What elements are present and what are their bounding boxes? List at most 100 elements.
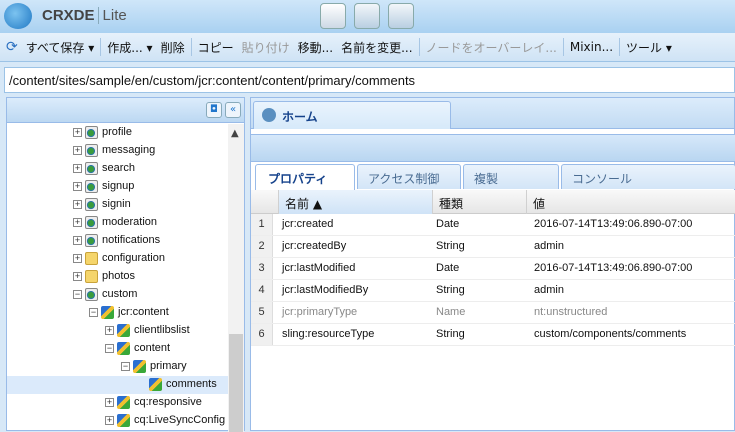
tree-node[interactable]: + messaging: [7, 142, 229, 160]
tree-node[interactable]: comments: [7, 376, 229, 394]
table-row[interactable]: 1 jcr:created Date 2016-07-14T13:49:06.8…: [251, 214, 735, 236]
tree-node[interactable]: + moderation: [7, 214, 229, 232]
tree-node[interactable]: + photos: [7, 268, 229, 286]
tree-node[interactable]: + cq:responsive: [7, 394, 229, 412]
tree-node[interactable]: + configuration: [7, 250, 229, 268]
column-value[interactable]: 値: [527, 190, 735, 214]
refresh-icon[interactable]: ⟳: [6, 39, 18, 55]
tree-node[interactable]: − content: [7, 340, 229, 358]
toolbar-button[interactable]: 削除: [157, 39, 189, 56]
property-type: String: [436, 240, 465, 252]
scroll-up-icon[interactable]: ▲: [231, 128, 239, 139]
repository-tree-panel: ◘ « + profile + messaging + search + signup + sig…: [6, 97, 245, 432]
collapse-panel-icon[interactable]: «: [225, 102, 241, 118]
expand-icon[interactable]: +: [105, 326, 114, 335]
toolbar-button[interactable]: 名前を変更...: [337, 39, 416, 56]
collapse-icon[interactable]: −: [89, 308, 98, 317]
expand-icon[interactable]: +: [73, 182, 82, 191]
row-number: 6: [251, 324, 273, 345]
node-icon: [149, 378, 162, 391]
editor-toolbar: [251, 134, 735, 162]
expand-icon[interactable]: +: [73, 164, 82, 173]
path-input[interactable]: /content/sites/sample/en/custom/jcr:cont…: [4, 67, 735, 93]
column-name[interactable]: 名前 ▲: [279, 190, 433, 214]
tree-node-label: profile: [102, 126, 132, 138]
tree-node[interactable]: + cq:LiveSyncConfig: [7, 412, 229, 430]
expand-icon[interactable]: +: [73, 254, 82, 263]
collapse-icon[interactable]: −: [105, 344, 114, 353]
tree-node[interactable]: + profile: [7, 124, 229, 142]
toolbar-separator: [190, 38, 192, 56]
toolbar-button[interactable]: ツール ▾: [622, 39, 676, 56]
toolbar-button[interactable]: 作成... ▾: [103, 39, 156, 56]
toolbar-button[interactable]: Mixin...: [566, 40, 617, 54]
node-icon: [133, 360, 146, 373]
scrollbar-thumb[interactable]: [229, 334, 243, 432]
row-number: 2: [251, 236, 273, 257]
expand-icon[interactable]: +: [105, 398, 114, 407]
table-row[interactable]: 6 sling:resourceType String custom/compo…: [251, 324, 735, 346]
page-icon: [85, 216, 98, 229]
package-icon[interactable]: [354, 3, 380, 29]
expand-icon[interactable]: +: [73, 200, 82, 209]
toolbar-separator: [418, 38, 420, 56]
tree-node-label: jcr:content: [118, 306, 169, 318]
property-type: Date: [436, 262, 460, 274]
expand-icon[interactable]: +: [73, 146, 82, 155]
tree-node[interactable]: + clientlibslist: [7, 322, 229, 340]
tree-node[interactable]: + signin: [7, 196, 229, 214]
expand-icon[interactable]: +: [73, 218, 82, 227]
tree-node-label: configuration: [102, 252, 165, 264]
collapse-icon[interactable]: −: [73, 290, 82, 299]
row-number: 4: [251, 280, 273, 301]
toolbar-button[interactable]: 移動...: [294, 39, 337, 56]
property-value: 2016-07-14T13:49:06.890-07:00: [534, 218, 693, 230]
property-value: admin: [534, 284, 564, 296]
property-type: Name: [436, 306, 466, 318]
tree-node-label: cq:LiveSyncConfig: [134, 414, 226, 426]
toolbar-button[interactable]: すべて保存 ▾: [22, 39, 99, 56]
property-name: jcr:lastModifiedBy: [282, 284, 369, 296]
page-icon: [85, 234, 98, 247]
expand-icon[interactable]: +: [105, 416, 114, 425]
tree-scrollbar[interactable]: ▲: [228, 124, 244, 432]
collapse-icon[interactable]: −: [121, 362, 130, 371]
properties-grid: 名前 ▲ 種類 値 1 jcr:created Date 2016-07-14T…: [251, 190, 735, 346]
toolbar-button[interactable]: コピー: [194, 39, 238, 56]
tree-node[interactable]: + search: [7, 160, 229, 178]
tree-node-label: custom: [102, 288, 138, 300]
tree-node[interactable]: − primary: [7, 358, 229, 376]
column-type[interactable]: 種類: [433, 190, 527, 214]
expand-icon[interactable]: +: [73, 128, 82, 137]
table-row[interactable]: 3 jcr:lastModified Date 2016-07-14T13:49…: [251, 258, 735, 280]
tab-home[interactable]: ホーム: [253, 101, 451, 129]
property-type: String: [436, 328, 465, 340]
property-type: Date: [436, 218, 460, 230]
home-icon: [262, 108, 276, 122]
table-row[interactable]: 5 jcr:primaryType Name nt:unstructured: [251, 302, 735, 324]
property-value: admin: [534, 240, 564, 252]
node-icon: [117, 324, 130, 337]
table-row[interactable]: 2 jcr:createdBy String admin: [251, 236, 735, 258]
tree-node[interactable]: + notifications: [7, 232, 229, 250]
tools-icon[interactable]: [320, 3, 346, 29]
tree-node[interactable]: + signup: [7, 178, 229, 196]
expand-icon[interactable]: +: [73, 272, 82, 281]
search-binoculars-icon[interactable]: ◘: [206, 102, 222, 118]
tab-replication[interactable]: 複製: [463, 164, 559, 189]
toolbar-button[interactable]: 貼り付け: [238, 39, 294, 56]
tree-node[interactable]: − custom: [7, 286, 229, 304]
tree-node-label: content: [134, 342, 171, 354]
tab-properties[interactable]: プロパティ: [255, 164, 355, 190]
toolbar-separator: [100, 38, 102, 56]
toolbar-separator: [619, 38, 621, 56]
console-icon[interactable]: [388, 3, 414, 29]
node-icon: [117, 414, 130, 427]
expand-icon[interactable]: +: [73, 236, 82, 245]
toolbar-button[interactable]: ノードをオーバーレイ...: [422, 39, 561, 56]
tree-node-label: signup: [102, 180, 135, 192]
tree-node[interactable]: − jcr:content: [7, 304, 229, 322]
table-row[interactable]: 4 jcr:lastModifiedBy String admin: [251, 280, 735, 302]
tab-console[interactable]: コンソール: [561, 164, 735, 189]
tab-access-control[interactable]: アクセス制御: [357, 164, 461, 189]
